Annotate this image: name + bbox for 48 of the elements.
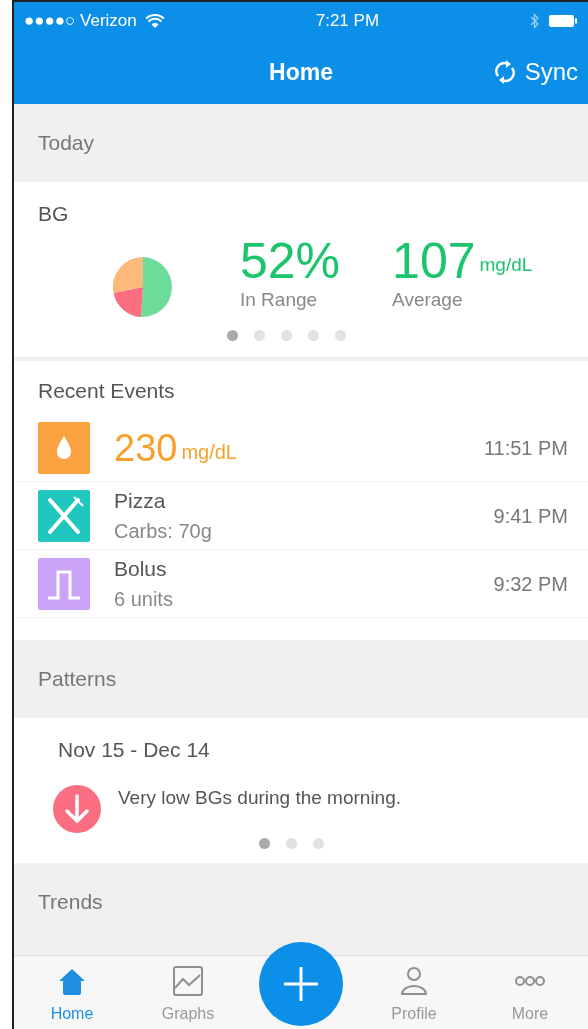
- event-detail: 6 units: [114, 587, 174, 613]
- tab-item[interactable]: Graphs: [143, 964, 233, 1026]
- fork-knife-icon: [38, 489, 90, 542]
- bluetooth-icon: [530, 12, 540, 30]
- event-time: 9:41 PM: [493, 503, 568, 529]
- page-indicator-dot[interactable]: [334, 329, 346, 341]
- page-indicator-dot[interactable]: [258, 837, 270, 849]
- time-text: 7:21 PM: [314, 10, 381, 33]
- tab-item[interactable]: Home: [27, 964, 117, 1026]
- page-indicator-dot[interactable]: [226, 329, 238, 341]
- event-title: Bolus: [114, 555, 168, 582]
- more-icon: [513, 975, 547, 987]
- page-indicator-dot[interactable]: [285, 837, 297, 849]
- tab-item[interactable]: More: [485, 964, 575, 1026]
- card-title: Recent Events: [37, 377, 176, 404]
- page-indicator-dot[interactable]: [307, 329, 319, 341]
- battery-icon: [548, 14, 578, 28]
- event-detail: Carbs: 70g: [114, 519, 213, 545]
- sync-icon: [492, 59, 517, 85]
- event-time: 9:32 PM: [493, 571, 568, 597]
- sync-button[interactable]: Sync: [492, 54, 578, 90]
- section-header: Patterns: [38, 666, 117, 693]
- unit-label: mg/dL: [479, 253, 533, 277]
- wifi-icon: [144, 13, 165, 29]
- tab-item[interactable]: Profile: [369, 964, 459, 1026]
- card-title: BG: [38, 201, 70, 227]
- event-title: Pizza: [114, 487, 167, 514]
- page-indicator-dot[interactable]: [280, 329, 292, 341]
- section-header: Today: [38, 130, 95, 157]
- event-time: 11:51 PM: [483, 435, 568, 461]
- plus-icon: [281, 964, 321, 1004]
- unit-label: mg/dL: [181, 439, 237, 465]
- reading-value: 230: [114, 428, 178, 467]
- screen-title: Home: [269, 57, 333, 87]
- stat-label: In Range: [240, 287, 319, 312]
- chart-icon: [171, 964, 205, 998]
- pattern-message: Very low BGs during the morning.: [118, 785, 402, 810]
- pulse-icon: [38, 557, 90, 610]
- section-header: Trends: [38, 888, 103, 915]
- page-indicator-dot[interactable]: [312, 837, 324, 849]
- date-range: Nov 15 - Dec 14: [58, 737, 211, 763]
- stat-value: 107: [392, 235, 476, 286]
- carrier-text: ●●●●○ Verizon: [24, 10, 137, 33]
- drop-icon: [38, 421, 90, 474]
- pie-chart-drawing: [112, 255, 174, 318]
- stat-label: Average: [392, 287, 464, 312]
- stat-value: 52%: [240, 235, 341, 286]
- page-indicator-dot[interactable]: [253, 329, 265, 341]
